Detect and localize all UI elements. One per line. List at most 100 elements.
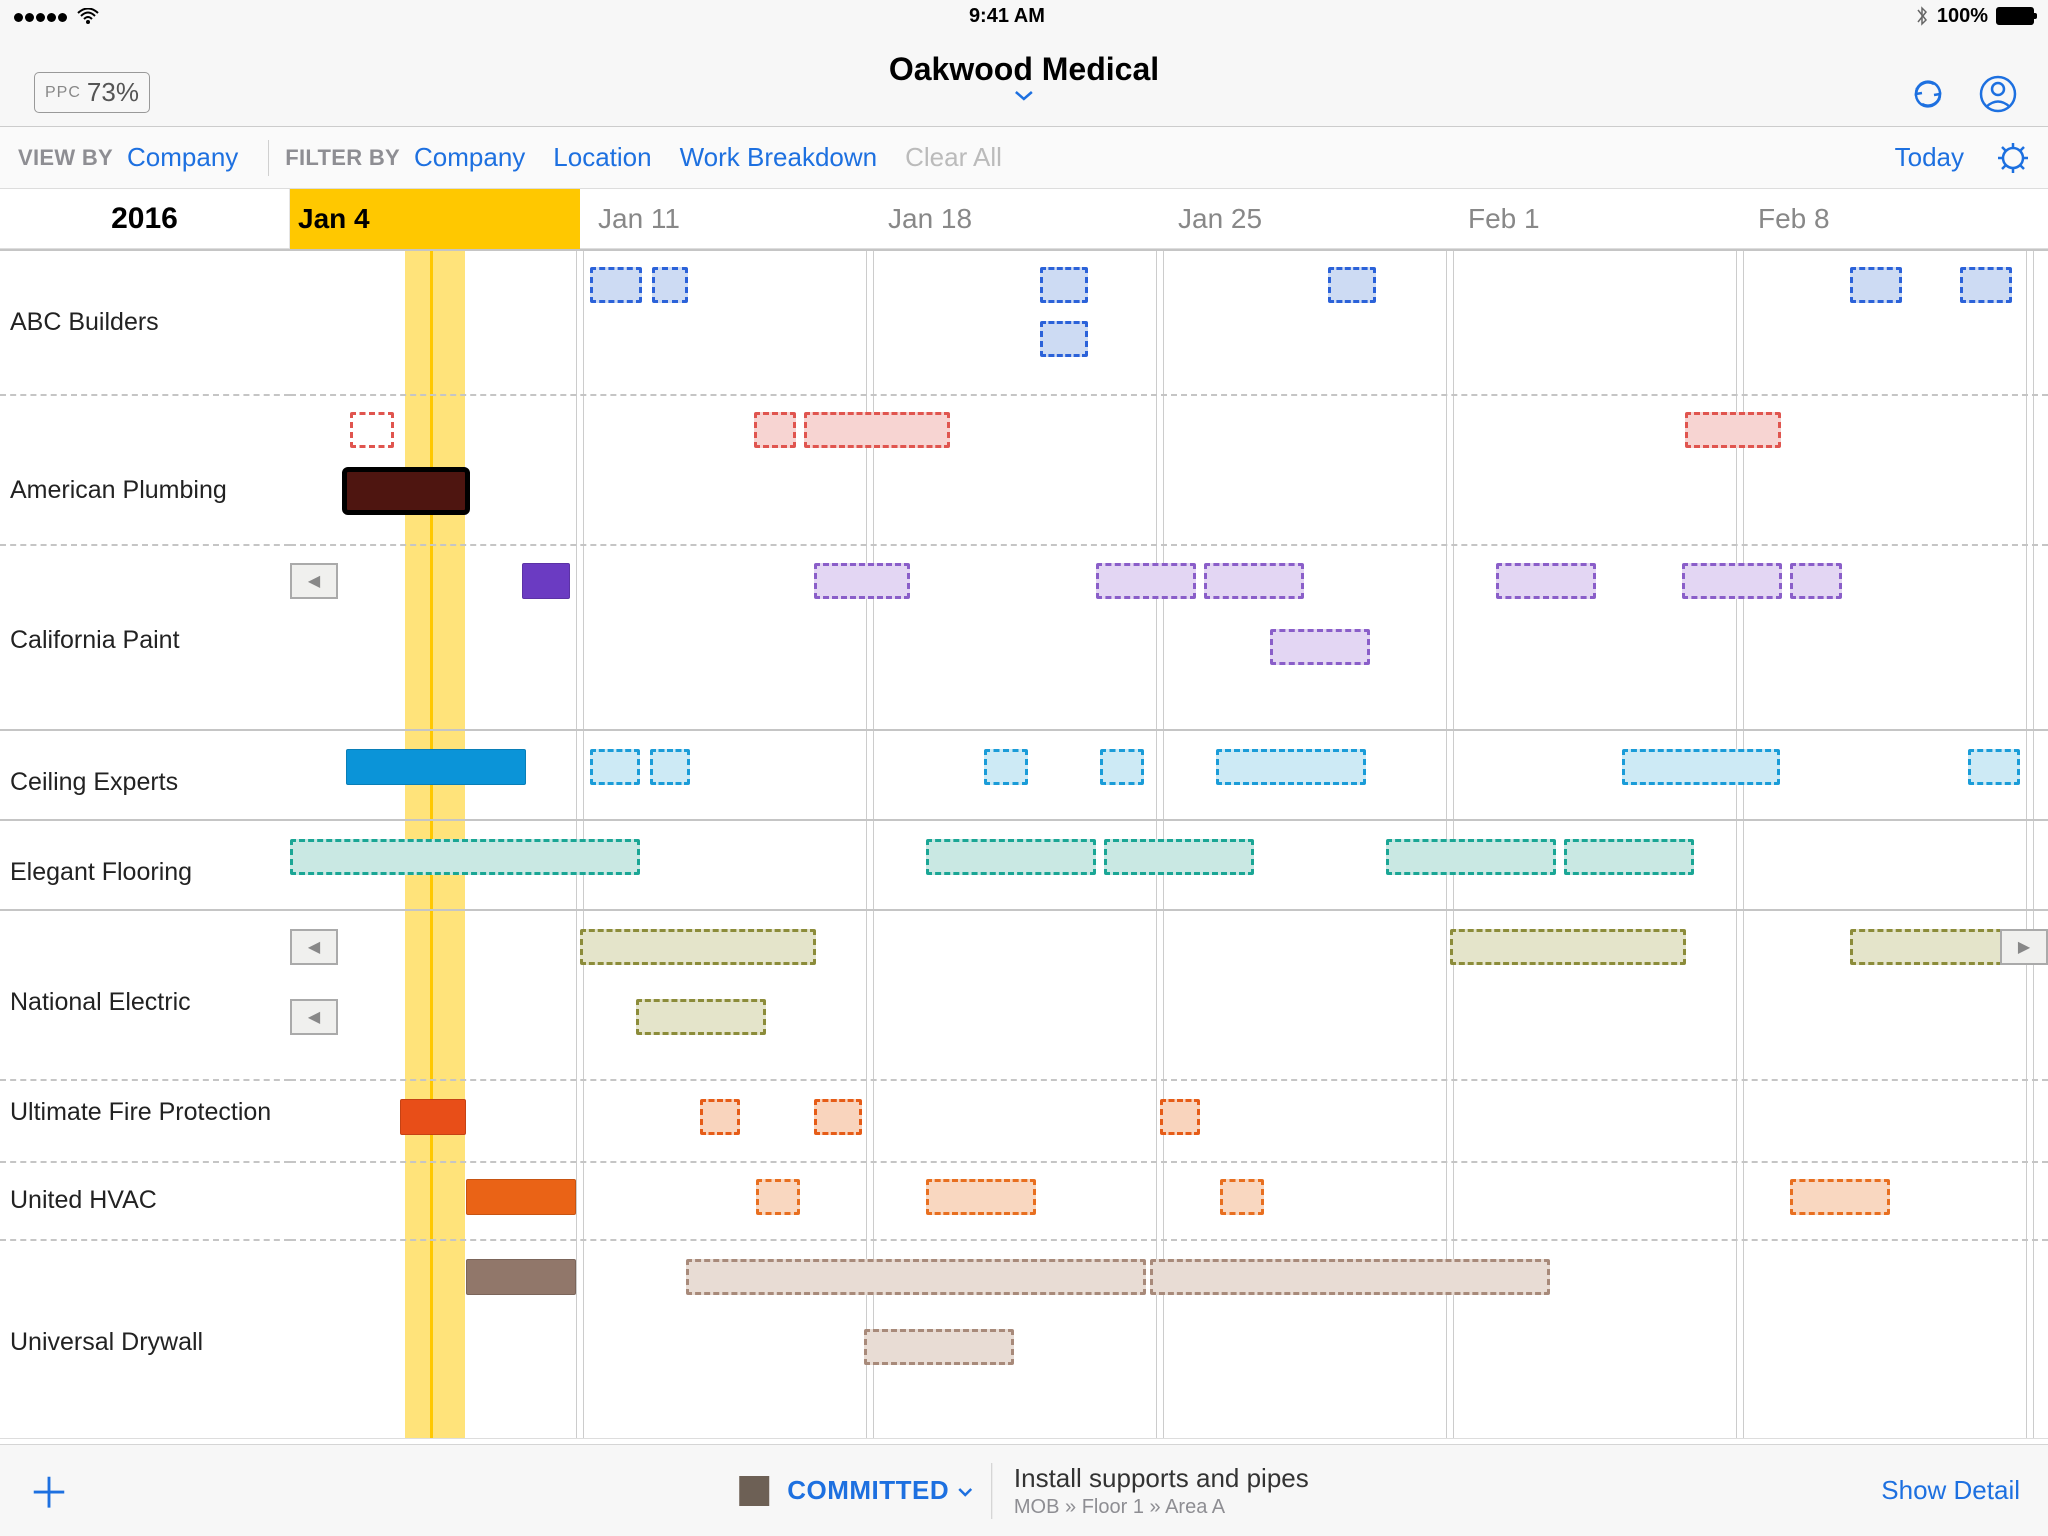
- row-fire[interactable]: Ultimate Fire Protection: [10, 1099, 271, 1127]
- task-bar[interactable]: [1386, 839, 1556, 875]
- week-jan4[interactable]: Jan 4: [290, 189, 580, 249]
- task-bar[interactable]: [814, 1099, 862, 1135]
- settings-gear-icon[interactable]: [1996, 141, 2030, 175]
- scroll-left-box[interactable]: ◀: [290, 563, 338, 599]
- task-bar[interactable]: [926, 839, 1096, 875]
- task-bar[interactable]: [290, 839, 640, 875]
- task-bar[interactable]: [580, 929, 816, 965]
- row-ceiling[interactable]: Ceiling Experts: [10, 769, 178, 797]
- task-bar[interactable]: [814, 563, 910, 599]
- clear-all-button[interactable]: Clear All: [891, 142, 1016, 173]
- task-bar[interactable]: [1204, 563, 1304, 599]
- task-bar[interactable]: [700, 1099, 740, 1135]
- ppc-label: PPC: [45, 84, 81, 102]
- task-bar[interactable]: [1850, 267, 1902, 303]
- status-swatch: [739, 1476, 769, 1506]
- signal-dots-icon: [14, 5, 69, 28]
- week-jan18[interactable]: Jan 18: [880, 189, 972, 249]
- project-title-button[interactable]: Oakwood Medical: [889, 51, 1159, 107]
- task-bar-selected[interactable]: [342, 467, 470, 515]
- task-bar[interactable]: [522, 563, 570, 599]
- wifi-icon: [77, 8, 99, 24]
- week-jan25[interactable]: Jan 25: [1170, 189, 1262, 249]
- today-button[interactable]: Today: [1881, 142, 1978, 173]
- year-label: 2016: [0, 189, 290, 248]
- week-feb8[interactable]: Feb 8: [1750, 189, 1830, 249]
- commit-status-button[interactable]: COMMITTED: [787, 1475, 973, 1506]
- footer-bar: ＋ COMMITTED Install supports and pipes M…: [0, 1444, 2048, 1536]
- battery-percent: 100%: [1937, 5, 1988, 28]
- scroll-left-box[interactable]: ◀: [290, 999, 338, 1035]
- task-bar[interactable]: [590, 267, 642, 303]
- row-hvac[interactable]: United HVAC: [10, 1187, 157, 1215]
- row-drywall[interactable]: Universal Drywall: [10, 1329, 203, 1357]
- nav-header: PPC 73% Oakwood Medical: [0, 32, 2048, 127]
- row-labels: ABC Builders American Plumbing Californi…: [0, 249, 290, 1438]
- filter-company[interactable]: Company: [400, 142, 539, 173]
- task-bar[interactable]: [1685, 412, 1781, 448]
- task-bar[interactable]: [466, 1179, 576, 1215]
- task-bar[interactable]: [1040, 267, 1088, 303]
- week-jan11[interactable]: Jan 11: [590, 189, 680, 249]
- task-bar[interactable]: [926, 1179, 1036, 1215]
- chevron-down-icon: [957, 1487, 973, 1497]
- task-bar[interactable]: [1104, 839, 1254, 875]
- task-bar[interactable]: [1622, 749, 1780, 785]
- week-feb1[interactable]: Feb 1: [1460, 189, 1540, 249]
- task-bar[interactable]: [1100, 749, 1144, 785]
- filter-location[interactable]: Location: [539, 142, 665, 173]
- status-time: 9:41 AM: [969, 5, 1045, 28]
- battery-icon: [1996, 7, 2034, 25]
- task-bar[interactable]: [1270, 629, 1370, 665]
- row-abc[interactable]: ABC Builders: [10, 309, 159, 337]
- task-bar[interactable]: [1968, 749, 2020, 785]
- chevron-down-icon: [1014, 90, 1034, 102]
- task-bar[interactable]: [652, 267, 688, 303]
- gantt-chart[interactable]: ◀ ◀ ◀ ▶: [290, 249, 2048, 1438]
- scroll-left-box[interactable]: ◀: [290, 929, 338, 965]
- task-bar[interactable]: [1496, 563, 1596, 599]
- task-bar[interactable]: [804, 412, 950, 448]
- ppc-badge[interactable]: PPC 73%: [34, 72, 150, 113]
- task-bar[interactable]: [636, 999, 766, 1035]
- gantt-area[interactable]: ABC Builders American Plumbing Californi…: [0, 249, 2048, 1439]
- task-bar[interactable]: [350, 412, 394, 448]
- task-bar[interactable]: [346, 749, 526, 785]
- view-by-company[interactable]: Company: [113, 142, 252, 173]
- task-bar[interactable]: [1040, 321, 1088, 357]
- add-button[interactable]: ＋: [28, 1460, 70, 1521]
- task-bar[interactable]: [864, 1329, 1014, 1365]
- task-bar[interactable]: [1682, 563, 1782, 599]
- profile-icon[interactable]: [1978, 74, 2018, 114]
- task-bar[interactable]: [1220, 1179, 1264, 1215]
- sync-icon[interactable]: [1908, 74, 1948, 114]
- task-bar[interactable]: [466, 1259, 576, 1295]
- task-bar[interactable]: [754, 412, 796, 448]
- task-bar[interactable]: [686, 1259, 1146, 1295]
- filter-wbs[interactable]: Work Breakdown: [666, 142, 892, 173]
- task-bar[interactable]: [400, 1099, 466, 1135]
- row-flooring[interactable]: Elegant Flooring: [10, 859, 192, 887]
- task-bar[interactable]: [756, 1179, 800, 1215]
- task-bar[interactable]: [1790, 1179, 1890, 1215]
- task-bar[interactable]: [1160, 1099, 1200, 1135]
- project-title: Oakwood Medical: [889, 51, 1159, 88]
- row-paint[interactable]: California Paint: [10, 627, 180, 655]
- selected-task-info[interactable]: Install supports and pipes MOB » Floor 1…: [991, 1463, 1309, 1519]
- task-bar[interactable]: [1450, 929, 1686, 965]
- task-bar[interactable]: [1564, 839, 1694, 875]
- task-bar[interactable]: [1096, 563, 1196, 599]
- task-bar[interactable]: [590, 749, 640, 785]
- row-plumbing[interactable]: American Plumbing: [10, 477, 227, 505]
- task-bar[interactable]: [984, 749, 1028, 785]
- task-bar[interactable]: [1328, 267, 1376, 303]
- scroll-right-box[interactable]: ▶: [2000, 929, 2048, 965]
- row-electric[interactable]: National Electric: [10, 989, 191, 1017]
- task-bar[interactable]: [650, 749, 690, 785]
- ios-status-bar: 9:41 AM 100%: [0, 0, 2048, 32]
- task-bar[interactable]: [1960, 267, 2012, 303]
- show-detail-button[interactable]: Show Detail: [1881, 1475, 2020, 1506]
- task-bar[interactable]: [1150, 1259, 1550, 1295]
- task-bar[interactable]: [1216, 749, 1366, 785]
- task-bar[interactable]: [1790, 563, 1842, 599]
